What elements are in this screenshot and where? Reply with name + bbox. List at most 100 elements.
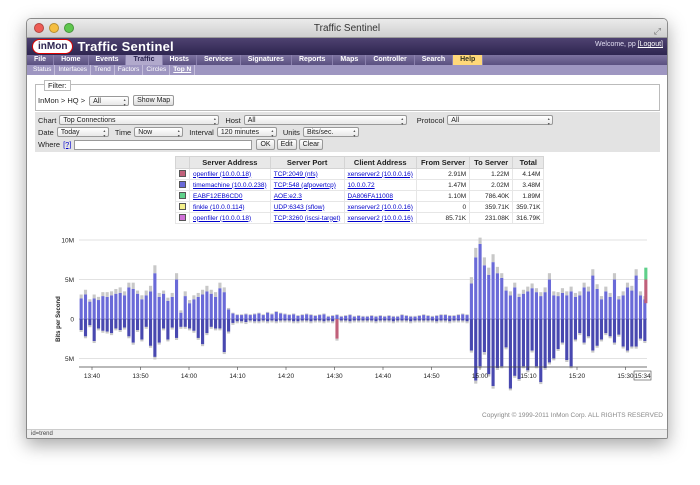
client-link[interactable]: DA806FA11008 bbox=[348, 193, 393, 200]
series-swatch bbox=[179, 203, 186, 211]
menu-help[interactable]: Help bbox=[453, 55, 484, 65]
server-link[interactable]: finkle (10.0.0.114) bbox=[193, 204, 245, 211]
chart-bar-up bbox=[560, 292, 565, 319]
app-name: Traffic Sentinel bbox=[77, 39, 174, 54]
edit-button[interactable]: Edit bbox=[276, 139, 297, 150]
chart-bar-up-other bbox=[378, 315, 382, 316]
chart-bar-down-other bbox=[625, 350, 630, 353]
chart-bar-up-other bbox=[534, 288, 538, 293]
x-tick-label: 13:40 bbox=[84, 373, 101, 380]
traffic-chart: 10M 5M 0 5M Bits per Second 13:40 13:50 14:00 14… bbox=[56, 237, 652, 391]
row-color-swatch bbox=[175, 168, 190, 180]
menu-services[interactable]: Services bbox=[197, 55, 241, 65]
x-tick-label: 13:50 bbox=[132, 373, 149, 380]
chart-bar-up bbox=[543, 292, 547, 319]
port-link[interactable]: AOE:e2.3 bbox=[274, 193, 302, 200]
x-tick-label: 15:30 bbox=[617, 373, 634, 380]
client-link[interactable]: xenserver2 (10.0.0.16) bbox=[348, 204, 413, 211]
menu-controller[interactable]: Controller bbox=[366, 55, 415, 65]
date-select[interactable]: Today bbox=[56, 127, 109, 138]
submenu-status[interactable]: Status bbox=[30, 65, 56, 75]
chart-bar-up bbox=[365, 316, 369, 319]
chart-bar-up-other bbox=[526, 286, 530, 292]
chart-select[interactable]: Top Connections bbox=[59, 115, 220, 126]
chart-bar-up bbox=[179, 312, 183, 319]
chart-bar-down-other bbox=[461, 320, 465, 323]
menu-home[interactable]: Home bbox=[54, 55, 89, 65]
chart-bar-down-other bbox=[417, 320, 421, 323]
chart-bar-up bbox=[482, 265, 486, 319]
chart-bar-down bbox=[88, 319, 92, 326]
submenu-circles[interactable]: Circles bbox=[143, 65, 171, 75]
menu-signatures[interactable]: Signatures bbox=[241, 55, 292, 65]
menu-file[interactable]: File bbox=[27, 55, 55, 65]
server-link[interactable]: openfiler (10.0.0.18) bbox=[193, 171, 251, 178]
port-link[interactable]: UDP:6343 (sflow) bbox=[274, 204, 325, 211]
column-to-server: To Server bbox=[469, 156, 514, 169]
menu-hosts[interactable]: Hosts bbox=[163, 55, 197, 65]
clear-button[interactable]: Clear bbox=[298, 139, 324, 150]
chart-bar-down bbox=[352, 319, 356, 321]
submenu-trend[interactable]: Trend bbox=[91, 65, 115, 75]
scope-select[interactable]: All bbox=[89, 95, 130, 107]
chart-bar-up-other bbox=[474, 247, 478, 258]
series-swatch bbox=[179, 181, 186, 189]
chart-bar-down-other bbox=[595, 345, 599, 348]
chart-bar-up bbox=[218, 288, 222, 319]
chart-bar-down bbox=[357, 319, 361, 321]
submenu-top-n[interactable]: Top N bbox=[170, 65, 196, 75]
series-swatch bbox=[179, 192, 186, 200]
chart-bar-up-other bbox=[214, 292, 218, 297]
submenu-interfaces[interactable]: Interfaces bbox=[55, 65, 91, 75]
menu-search[interactable]: Search bbox=[415, 55, 454, 65]
chart-bar-up-other bbox=[478, 237, 482, 244]
menu-traffic[interactable]: Traffic bbox=[126, 55, 163, 65]
server-link[interactable]: EABF12EB6CD0 bbox=[193, 193, 243, 200]
chart-bar-up bbox=[196, 296, 200, 319]
chart-bar-up bbox=[339, 316, 343, 319]
where-help-link[interactable]: [?] bbox=[63, 140, 71, 149]
time-select[interactable]: Now bbox=[134, 127, 184, 138]
chart-bar-down-other bbox=[235, 321, 239, 324]
chart-bar-up bbox=[127, 287, 131, 319]
main-menu: File Home Events Traffic Hosts Services … bbox=[27, 55, 667, 65]
chart-bar-up-other bbox=[443, 314, 447, 316]
chart-bar-down bbox=[491, 319, 495, 387]
port-link[interactable]: TCP:548 (afpovertcp) bbox=[274, 182, 336, 189]
client-link[interactable]: xenserver2 (10.0.0.16) bbox=[348, 171, 413, 178]
interval-select[interactable]: 120 minutes bbox=[216, 127, 277, 138]
chart-bar-up-other bbox=[140, 295, 144, 300]
port-link[interactable]: TCP:2049 (nfs) bbox=[274, 171, 318, 178]
chart-bar-down-other bbox=[556, 349, 560, 351]
chart-bar-up-other bbox=[114, 288, 118, 294]
chart-bar-down bbox=[387, 319, 391, 321]
close-window-button[interactable] bbox=[34, 23, 44, 33]
chart-bar-up-other bbox=[396, 315, 400, 317]
units-select[interactable]: Bits/sec. bbox=[302, 127, 359, 138]
menu-reports[interactable]: Reports bbox=[292, 55, 334, 65]
show-map-button[interactable]: Show Map bbox=[133, 95, 175, 106]
logout-link[interactable]: [Logout] bbox=[638, 41, 663, 48]
client-link[interactable]: 10.0.0.72 bbox=[348, 182, 375, 189]
chart-bar-up-other bbox=[231, 312, 235, 314]
menu-maps[interactable]: Maps bbox=[333, 55, 367, 65]
chart-bar-down bbox=[179, 319, 183, 327]
server-link[interactable]: timemachine (10.0.0.238) bbox=[193, 182, 267, 189]
protocol-select[interactable]: All bbox=[447, 115, 554, 126]
where-input[interactable] bbox=[74, 139, 253, 150]
chart-bar-down bbox=[331, 319, 335, 322]
chart-bar-down-other bbox=[539, 382, 543, 385]
chart-bar-up bbox=[122, 295, 127, 319]
submenu-factors[interactable]: Factors bbox=[115, 65, 144, 75]
chart-bar-up-other bbox=[240, 314, 244, 316]
minimize-window-button[interactable] bbox=[49, 23, 59, 33]
chart-bar-up-other bbox=[357, 315, 361, 316]
chart-bar-down bbox=[621, 319, 625, 347]
chart-bar-down bbox=[617, 319, 621, 335]
host-select[interactable]: All bbox=[243, 115, 407, 126]
menu-events[interactable]: Events bbox=[89, 55, 127, 65]
chart-bar-up-other bbox=[517, 293, 521, 297]
ok-button[interactable]: OK bbox=[256, 139, 275, 150]
zoom-window-button[interactable] bbox=[64, 23, 74, 33]
chart-bar-up bbox=[586, 291, 591, 319]
